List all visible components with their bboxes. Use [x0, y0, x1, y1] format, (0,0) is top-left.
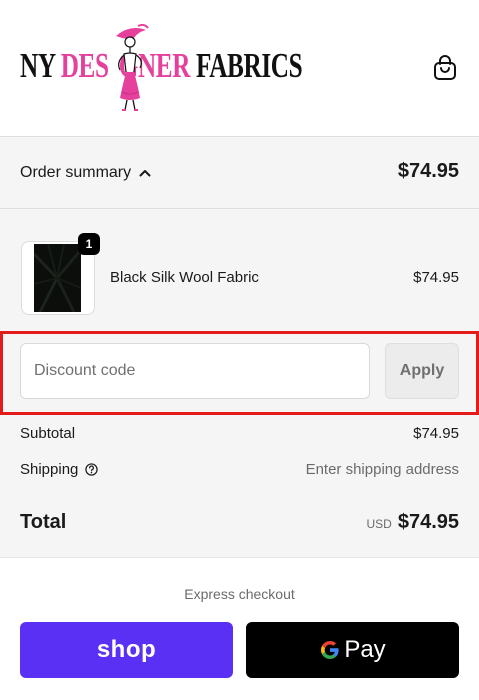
logo-wordmark: NY DES GNER FABRICS: [20, 46, 303, 86]
logo-word-fabrics: FABRICS: [196, 46, 303, 85]
google-pay-button[interactable]: Pay: [246, 622, 459, 678]
google-pay-label: Pay: [344, 636, 386, 663]
order-summary-bar: Order summary $74.95: [0, 137, 479, 209]
total-label: Total: [20, 511, 67, 533]
subtotal-row: Subtotal $74.95: [20, 425, 459, 442]
apply-discount-button[interactable]: Apply: [385, 343, 459, 399]
total-value: $74.95: [397, 511, 459, 533]
express-checkout-label: Express checkout: [184, 586, 295, 602]
help-circle-icon[interactable]: [85, 463, 99, 476]
order-summary-label: Order summary: [20, 164, 132, 181]
shop-pay-button[interactable]: shop: [20, 622, 233, 678]
subtotal-label: Subtotal: [20, 425, 76, 442]
chevron-up-icon: [139, 170, 151, 177]
order-summary-toggle[interactable]: Order summary: [20, 164, 151, 182]
product-name: Black Silk Wool Fabric: [110, 269, 259, 286]
total-row: Total USD $74.95: [20, 511, 459, 534]
store-logo[interactable]: NY DES GNER FABRICS: [20, 22, 310, 114]
shipping-label: Shipping: [20, 461, 79, 478]
fabric-swatch-image: [34, 244, 81, 312]
fabric-folds-graphic: [34, 244, 81, 312]
product-price: $74.95: [413, 269, 459, 286]
total-amount: USD $74.95: [366, 511, 459, 534]
product-thumbnail: 1: [21, 233, 100, 315]
order-summary-total: $74.95: [397, 160, 459, 182]
shipping-label-group: Shipping: [20, 461, 99, 478]
logo-word-des: DES: [60, 46, 109, 85]
google-g-icon: [321, 641, 339, 659]
logo-word-ny: NY: [20, 46, 55, 85]
subtotal-value: $74.95: [413, 425, 459, 442]
total-currency: USD: [366, 517, 392, 531]
site-header: NY DES GNER FABRICS: [0, 0, 479, 137]
shipping-row: Shipping Enter shipping address: [20, 461, 459, 478]
shipping-value: Enter shipping address: [305, 461, 459, 478]
discount-code-input[interactable]: Discount code: [20, 343, 370, 399]
shopping-bag-icon[interactable]: [432, 54, 458, 82]
order-summary-panel: 1 Black Silk Wool Fabric $74.95 Discount…: [0, 209, 479, 558]
fashion-figure-icon: [116, 23, 149, 111]
shop-pay-wordmark: shop: [96, 636, 157, 663]
quantity-badge: 1: [78, 233, 100, 255]
